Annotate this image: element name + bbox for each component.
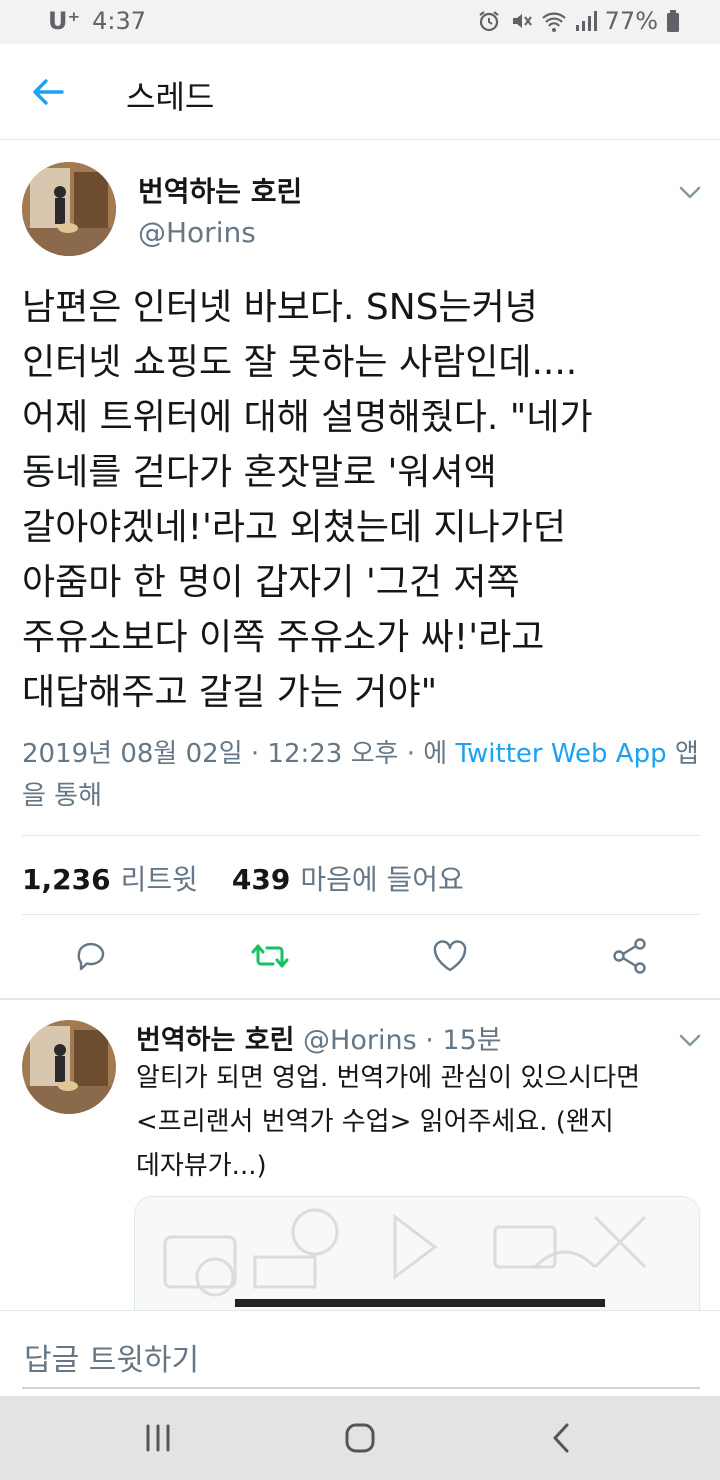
like-count[interactable]: 439 [232,863,290,896]
share-icon[interactable] [610,936,650,976]
recent-apps-icon[interactable] [138,1418,178,1458]
avatar[interactable] [22,1020,116,1114]
tweet-actions [0,936,720,1002]
back-arrow-icon[interactable] [28,72,68,112]
reply-icon[interactable] [71,936,111,976]
tweet-meta: 2019년 08월 02일 · 12:23 오후 · 에 Twitter Web… [22,733,702,817]
avatar[interactable] [22,162,116,256]
retweet-count[interactable]: 1,236 [22,863,111,896]
home-icon[interactable] [340,1418,380,1458]
tweet-source-link[interactable]: Twitter Web App [455,739,666,769]
link-card-image[interactable] [134,1196,700,1310]
mute-icon [512,14,532,28]
divider [22,835,700,836]
carrier-label: U⁺ [48,7,81,35]
status-time: 4:37 [92,7,147,35]
battery-icon [667,10,679,32]
like-label[interactable]: 마음에 들어요 [300,858,463,898]
app-bar: 스레드 [0,44,720,140]
wifi-icon [541,12,566,32]
author-name[interactable]: 번역하는 호린 [138,170,302,210]
author-handle[interactable]: @Horins [138,216,256,249]
reply-tweet-body[interactable]: 번역하는 호린 @Horins · 15분 알티가 되면 영업. 번역가에 관심… [0,1000,720,1310]
back-icon[interactable] [542,1418,582,1458]
reply-composer[interactable]: 답글 트윗하기 [0,1310,720,1396]
alarm-icon [478,11,499,32]
reply-meta: @Horins · 15분 [294,1025,502,1056]
input-underline [22,1387,700,1389]
status-bar: U⁺ 4:37 77% [0,0,720,44]
chevron-down-icon[interactable] [676,178,704,206]
retweet-label[interactable]: 리트윗 [121,858,198,898]
battery-percent: 77% [604,7,658,35]
card-illustration [163,1208,647,1307]
reply-author-name[interactable]: 번역하는 호린 [136,1025,294,1056]
like-icon[interactable] [430,936,470,976]
reply-header: 번역하는 호린 @Horins · 15분 [136,1018,502,1057]
page-title: 스레드 [126,78,215,116]
tweet-text: 남편은 인터넷 바보다. SNS는커녕 인터넷 쇼핑도 잘 못하는 사람인데..… [22,287,593,713]
chevron-down-icon[interactable] [676,1026,704,1054]
retweet-icon[interactable] [250,936,290,976]
divider [22,914,700,915]
tweet-date: 2019년 08월 02일 · 12:23 오후 · 에 [22,739,456,769]
reply-input-placeholder[interactable]: 답글 트윗하기 [24,1335,199,1379]
system-nav-bar [0,1396,720,1480]
tweet-stats: 1,236 리트윗 439 마음에 들어요 [22,858,464,898]
signal-icon [575,11,597,31]
reply-text: 알티가 되면 영업. 번역가에 관심이 있으시다면 <프리랜서 번역가 수업> … [136,1063,641,1181]
